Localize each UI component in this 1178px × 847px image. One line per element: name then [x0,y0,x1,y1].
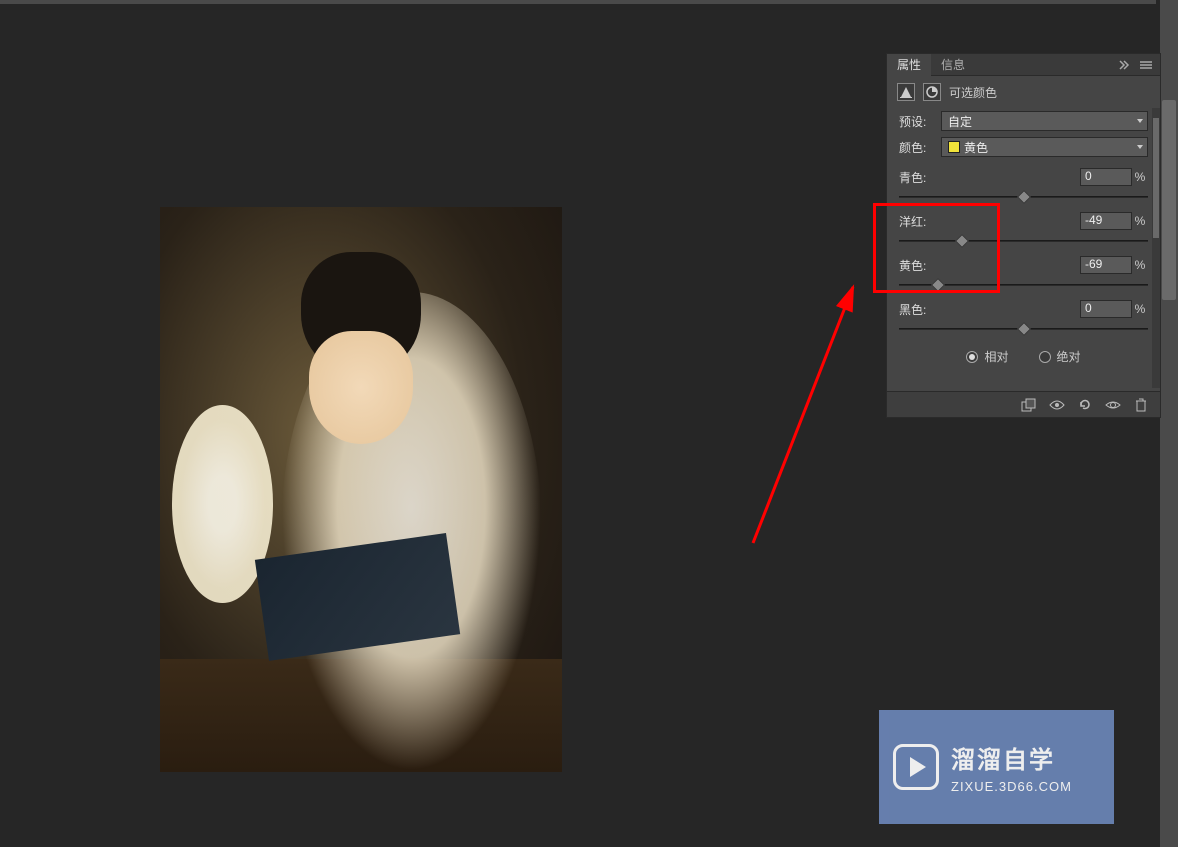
document-image[interactable] [160,207,562,772]
color-dropdown[interactable]: 黄色 [941,137,1148,157]
mode-relative-radio[interactable]: 相对 [966,348,1008,365]
selective-color-icon [923,83,941,101]
mode-absolute-label: 绝对 [1057,348,1081,365]
chevron-down-icon [1137,145,1143,149]
color-swatch [948,141,960,153]
watermark-subtitle: ZIXUE.3D66.COM [951,779,1072,794]
watermark: 溜溜自学 ZIXUE.3D66.COM [879,710,1114,824]
black-label: 黑色: [899,301,1080,318]
black-slider-thumb[interactable] [1016,322,1030,336]
tab-properties[interactable]: 属性 [887,54,931,76]
color-value: 黄色 [964,139,988,156]
cyan-value-input[interactable]: 0 [1080,168,1132,186]
preset-dropdown[interactable]: 自定 [941,111,1148,131]
yellow-slider[interactable] [899,278,1148,292]
panel-tab-bar: 属性 信息 [887,54,1160,76]
yellow-slider-row: 黄色: -69 % [899,254,1148,292]
panel-inner-scroll-thumb[interactable] [1153,118,1159,238]
cyan-slider[interactable] [899,190,1148,204]
black-value-input[interactable]: 0 [1080,300,1132,318]
percent-label: % [1132,214,1148,228]
reset-icon[interactable] [1076,396,1094,414]
cyan-slider-row: 青色: 0 % [899,166,1148,204]
color-label: 颜色: [899,139,935,156]
cyan-label: 青色: [899,169,1080,186]
magenta-slider[interactable] [899,234,1148,248]
clip-to-layer-icon[interactable] [1020,396,1038,414]
magenta-label: 洋红: [899,213,1080,230]
mode-absolute-radio[interactable]: 绝对 [1039,348,1081,365]
properties-panel: 属性 信息 可选颜色 预设: 自定 颜色: [886,53,1161,418]
magenta-slider-thumb[interactable] [955,234,969,248]
panel-footer [887,391,1160,417]
adjustment-title: 可选颜色 [949,84,997,101]
toggle-visibility-icon[interactable] [1104,396,1122,414]
scrollbar-thumb[interactable] [1162,100,1176,300]
mode-relative-label: 相对 [984,348,1008,365]
chevron-down-icon [1137,119,1143,123]
radio-unchecked-icon [1039,351,1051,363]
percent-label: % [1132,258,1148,272]
percent-label: % [1132,170,1148,184]
collapse-panel-icon[interactable] [1116,57,1132,73]
panel-menu-icon[interactable] [1138,57,1154,73]
preset-value: 自定 [948,113,972,130]
percent-label: % [1132,302,1148,316]
yellow-value-input[interactable]: -69 [1080,256,1132,274]
black-slider[interactable] [899,322,1148,336]
mode-radio-group: 相对 绝对 [899,348,1148,365]
adjustment-target-icon[interactable] [897,83,915,101]
yellow-label: 黄色: [899,257,1080,274]
vertical-scrollbar[interactable] [1160,0,1178,847]
image-region-face [309,331,414,444]
preset-label: 预设: [899,113,935,130]
radio-checked-icon [966,351,978,363]
cyan-slider-thumb[interactable] [1016,190,1030,204]
watermark-title: 溜溜自学 [951,740,1072,775]
yellow-slider-thumb[interactable] [931,278,945,292]
panel-body: 预设: 自定 颜色: 黄色 青色: 0 % [887,108,1160,388]
magenta-value-input[interactable]: -49 [1080,212,1132,230]
watermark-play-icon [893,744,939,790]
view-previous-state-icon[interactable] [1048,396,1066,414]
tab-info[interactable]: 信息 [931,54,975,76]
delete-icon[interactable] [1132,396,1150,414]
black-slider-row: 黑色: 0 % [899,298,1148,336]
adjustment-header: 可选颜色 [887,76,1160,108]
magenta-slider-row: 洋红: -49 % [899,210,1148,248]
panel-inner-scrollbar[interactable] [1152,108,1160,388]
